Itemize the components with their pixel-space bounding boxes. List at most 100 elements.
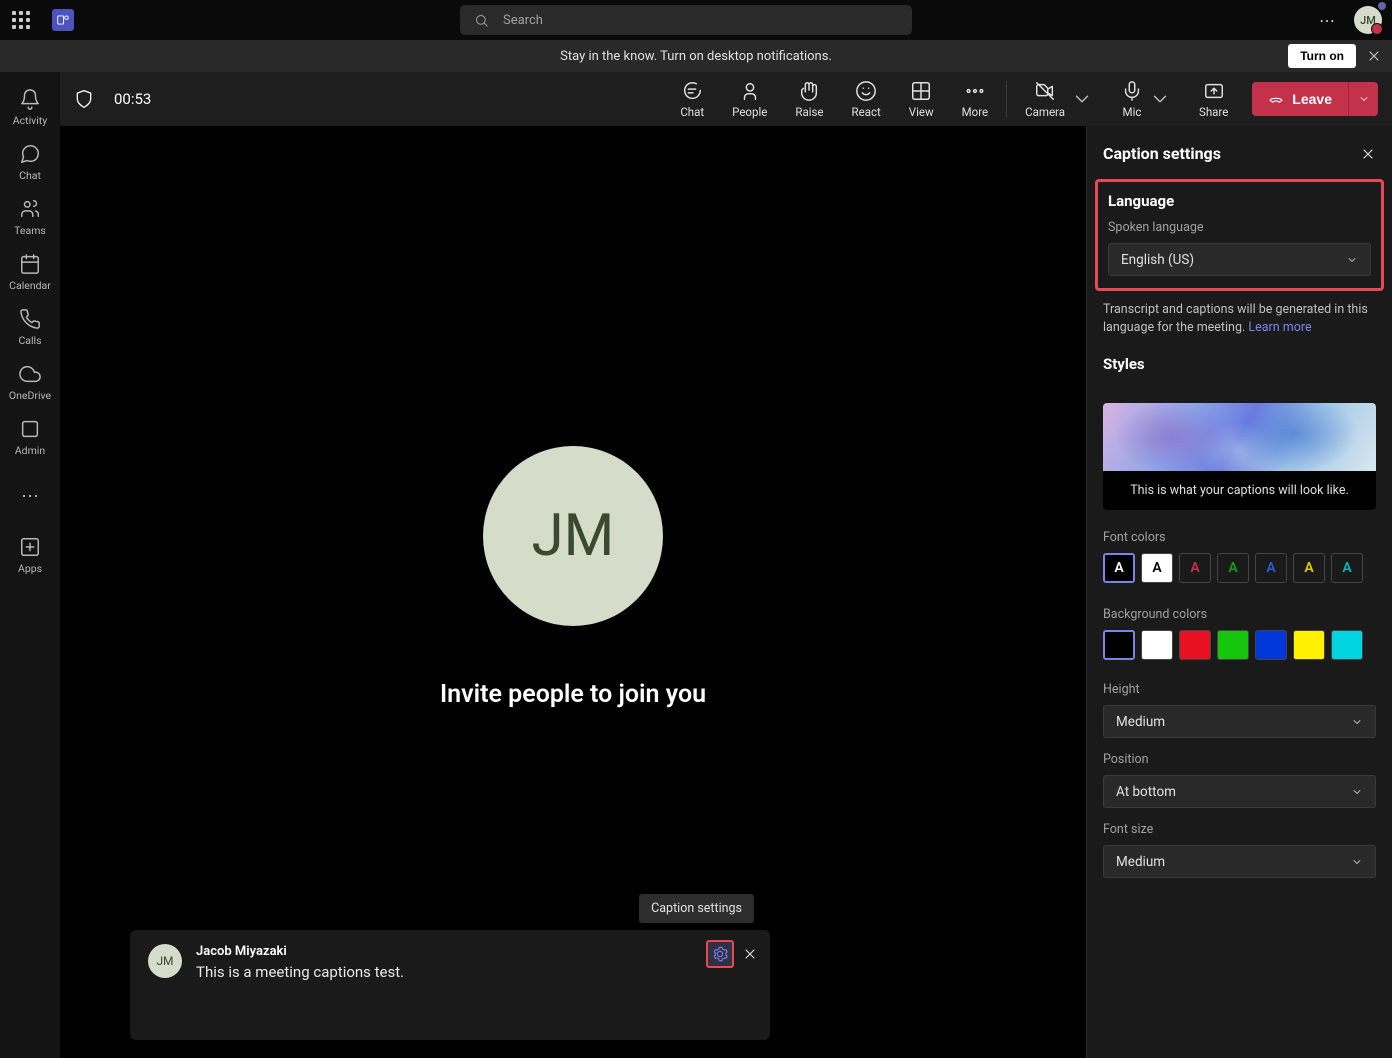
caption-settings-button[interactable] [706, 940, 734, 968]
caption-style-preview: This is what your captions will look lik… [1103, 403, 1376, 510]
notification-text: Stay in the know. Turn on desktop notifi… [560, 49, 832, 64]
tool-share[interactable]: Share [1185, 80, 1242, 119]
fontsize-label: Font size [1103, 822, 1376, 837]
font-color-swatch[interactable]: A [1255, 553, 1287, 583]
tool-view[interactable]: View [895, 80, 948, 119]
shield-icon[interactable] [74, 89, 94, 109]
meeting-stage: JM Invite people to join you Caption set… [60, 126, 1086, 1058]
bg-color-swatch[interactable] [1179, 630, 1211, 660]
invite-text: Invite people to join you [440, 680, 706, 709]
leave-options-button[interactable] [1348, 82, 1378, 116]
font-color-swatch[interactable]: A [1217, 553, 1249, 583]
rail-teams[interactable]: Teams [0, 190, 60, 245]
search-icon [474, 13, 489, 28]
font-color-swatch[interactable]: A [1293, 553, 1325, 583]
close-icon[interactable] [1366, 48, 1382, 64]
language-heading: Language [1108, 192, 1371, 210]
search-input[interactable]: Search [460, 5, 912, 35]
rail-activity[interactable]: Activity [0, 80, 60, 135]
caption-speaker-name: Jacob Miyazaki [196, 944, 404, 959]
close-icon[interactable] [742, 946, 758, 962]
meeting-timer: 00:53 [114, 90, 151, 108]
rail-onedrive[interactable]: OneDrive [0, 355, 60, 410]
bg-colors-label: Background colors [1103, 607, 1376, 622]
language-help-text: Transcript and captions will be generate… [1087, 301, 1392, 337]
people-icon [739, 80, 761, 102]
caption-bar: Caption settings JM Jacob Miyazaki This … [130, 930, 770, 1040]
notification-bar: Stay in the know. Turn on desktop notifi… [0, 40, 1392, 72]
admin-icon [19, 418, 41, 440]
chevron-down-icon[interactable] [1149, 88, 1171, 110]
fontsize-select[interactable]: Medium [1103, 845, 1376, 878]
tool-mic[interactable]: Mic [1107, 80, 1185, 119]
caption-avatar: JM [148, 944, 182, 978]
user-avatar[interactable]: JM [1354, 6, 1382, 34]
font-color-swatch[interactable]: A [1141, 553, 1173, 583]
smile-icon [855, 80, 877, 102]
bg-color-swatch[interactable] [1217, 630, 1249, 660]
teams-logo-icon [52, 9, 74, 31]
raise-hand-icon [798, 80, 820, 102]
font-color-swatch[interactable]: A [1103, 553, 1135, 583]
font-color-swatches: AAAAAAA [1103, 553, 1376, 583]
tool-raise[interactable]: Raise [781, 80, 837, 119]
teams-icon [19, 198, 41, 220]
bg-color-swatch[interactable] [1141, 630, 1173, 660]
bg-color-swatches [1103, 630, 1376, 660]
plus-square-icon [19, 536, 41, 558]
bg-color-swatch[interactable] [1331, 630, 1363, 660]
caption-settings-tooltip: Caption settings [639, 894, 754, 923]
separator [1006, 81, 1007, 117]
caption-settings-panel: Caption settings Language Spoken languag… [1086, 126, 1392, 1058]
chat-bubble-icon [681, 80, 703, 102]
font-color-swatch[interactable]: A [1179, 553, 1211, 583]
rail-more[interactable]: ⋯ [0, 469, 60, 524]
grid-icon [910, 80, 932, 102]
tool-more[interactable]: More [948, 80, 1003, 119]
top-bar: Search ⋯ JM [0, 0, 1392, 40]
tool-camera[interactable]: Camera [1011, 80, 1107, 119]
spoken-language-label: Spoken language [1108, 220, 1371, 235]
mic-icon [1121, 80, 1143, 102]
learn-more-link[interactable]: Learn more [1248, 320, 1311, 335]
bg-color-swatch[interactable] [1103, 630, 1135, 660]
height-select[interactable]: Medium [1103, 705, 1376, 738]
bell-icon [19, 88, 41, 110]
search-placeholder: Search [503, 13, 543, 28]
chevron-down-icon [1351, 856, 1363, 868]
close-icon[interactable] [1360, 146, 1376, 162]
chevron-down-icon [1351, 786, 1363, 798]
tool-chat[interactable]: Chat [666, 80, 718, 119]
position-select[interactable]: At bottom [1103, 775, 1376, 808]
app-launcher-icon[interactable] [12, 11, 30, 29]
height-label: Height [1103, 682, 1376, 697]
meeting-toolbar: 00:53 Chat People Raise React View More … [60, 72, 1392, 126]
rail-apps[interactable]: Apps [0, 528, 60, 583]
panel-title: Caption settings [1103, 144, 1221, 163]
chevron-down-icon [1358, 93, 1370, 105]
bg-color-swatch[interactable] [1255, 630, 1287, 660]
position-label: Position [1103, 752, 1376, 767]
caption-text: This is a meeting captions test. [196, 963, 404, 981]
phone-icon [19, 308, 41, 330]
rail-chat[interactable]: Chat [0, 135, 60, 190]
calendar-icon [19, 253, 41, 275]
font-colors-label: Font colors [1103, 530, 1376, 545]
cloud-icon [19, 363, 41, 385]
leave-button[interactable]: Leave [1252, 82, 1348, 116]
rail-calls[interactable]: Calls [0, 300, 60, 355]
rail-calendar[interactable]: Calendar [0, 245, 60, 300]
font-color-swatch[interactable]: A [1331, 553, 1363, 583]
turn-on-button[interactable]: Turn on [1288, 44, 1356, 68]
gear-icon [712, 946, 728, 962]
bg-color-swatch[interactable] [1293, 630, 1325, 660]
chevron-down-icon[interactable] [1071, 88, 1093, 110]
spoken-language-select[interactable]: English (US) [1108, 243, 1371, 276]
tool-people[interactable]: People [718, 80, 781, 119]
rail-admin[interactable]: Admin [0, 410, 60, 465]
left-rail: Activity Chat Teams Calendar Calls OneDr… [0, 72, 60, 1058]
share-icon [1203, 80, 1225, 102]
tool-react[interactable]: React [838, 80, 895, 119]
camera-off-icon [1034, 80, 1056, 102]
more-options-icon[interactable]: ⋯ [1319, 11, 1336, 30]
